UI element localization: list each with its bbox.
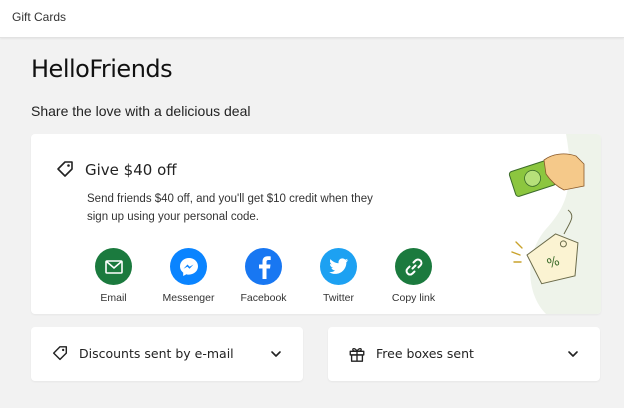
page-subtitle: Share the love with a delicious deal xyxy=(31,103,251,119)
referral-illustration: % xyxy=(508,134,601,314)
tag-icon xyxy=(57,161,73,177)
share-twitter-button[interactable]: Twitter xyxy=(301,248,376,304)
offer-title: Give $40 off xyxy=(85,161,177,179)
share-options: Email Messenger Facebook Twitter Copy li… xyxy=(76,248,451,304)
chevron-down-icon xyxy=(568,351,578,357)
share-label: Email xyxy=(100,292,127,304)
page-title: HelloFriends xyxy=(31,55,173,83)
share-messenger-button[interactable]: Messenger xyxy=(151,248,226,304)
share-label: Twitter xyxy=(323,292,354,304)
gift-icon xyxy=(349,347,365,362)
discounts-sent-accordion[interactable]: Discounts sent by e-mail xyxy=(31,327,303,381)
referral-card: Give $40 off Send friends $40 off, and y… xyxy=(31,134,601,314)
share-email-button[interactable]: Email xyxy=(76,248,151,304)
facebook-icon xyxy=(245,248,282,285)
envelope-icon xyxy=(95,248,132,285)
share-label: Messenger xyxy=(162,292,215,304)
top-bar: Gift Cards xyxy=(0,0,624,38)
free-boxes-accordion[interactable]: Free boxes sent xyxy=(328,327,600,381)
share-label: Facebook xyxy=(240,292,287,304)
breadcrumb[interactable]: Gift Cards xyxy=(12,10,66,24)
twitter-icon xyxy=(320,248,357,285)
link-icon xyxy=(395,248,432,285)
share-copy-link-button[interactable]: Copy link xyxy=(376,248,451,304)
offer-description: Send friends $40 off, and you'll get $10… xyxy=(87,193,373,223)
chevron-down-icon xyxy=(271,351,281,357)
share-label: Copy link xyxy=(391,292,436,304)
accordion-label: Free boxes sent xyxy=(376,346,474,361)
messenger-icon xyxy=(170,248,207,285)
tag-icon xyxy=(52,346,68,361)
offer-header: Give $40 off xyxy=(55,160,177,180)
accordion-label: Discounts sent by e-mail xyxy=(79,346,234,361)
share-facebook-button[interactable]: Facebook xyxy=(226,248,301,304)
